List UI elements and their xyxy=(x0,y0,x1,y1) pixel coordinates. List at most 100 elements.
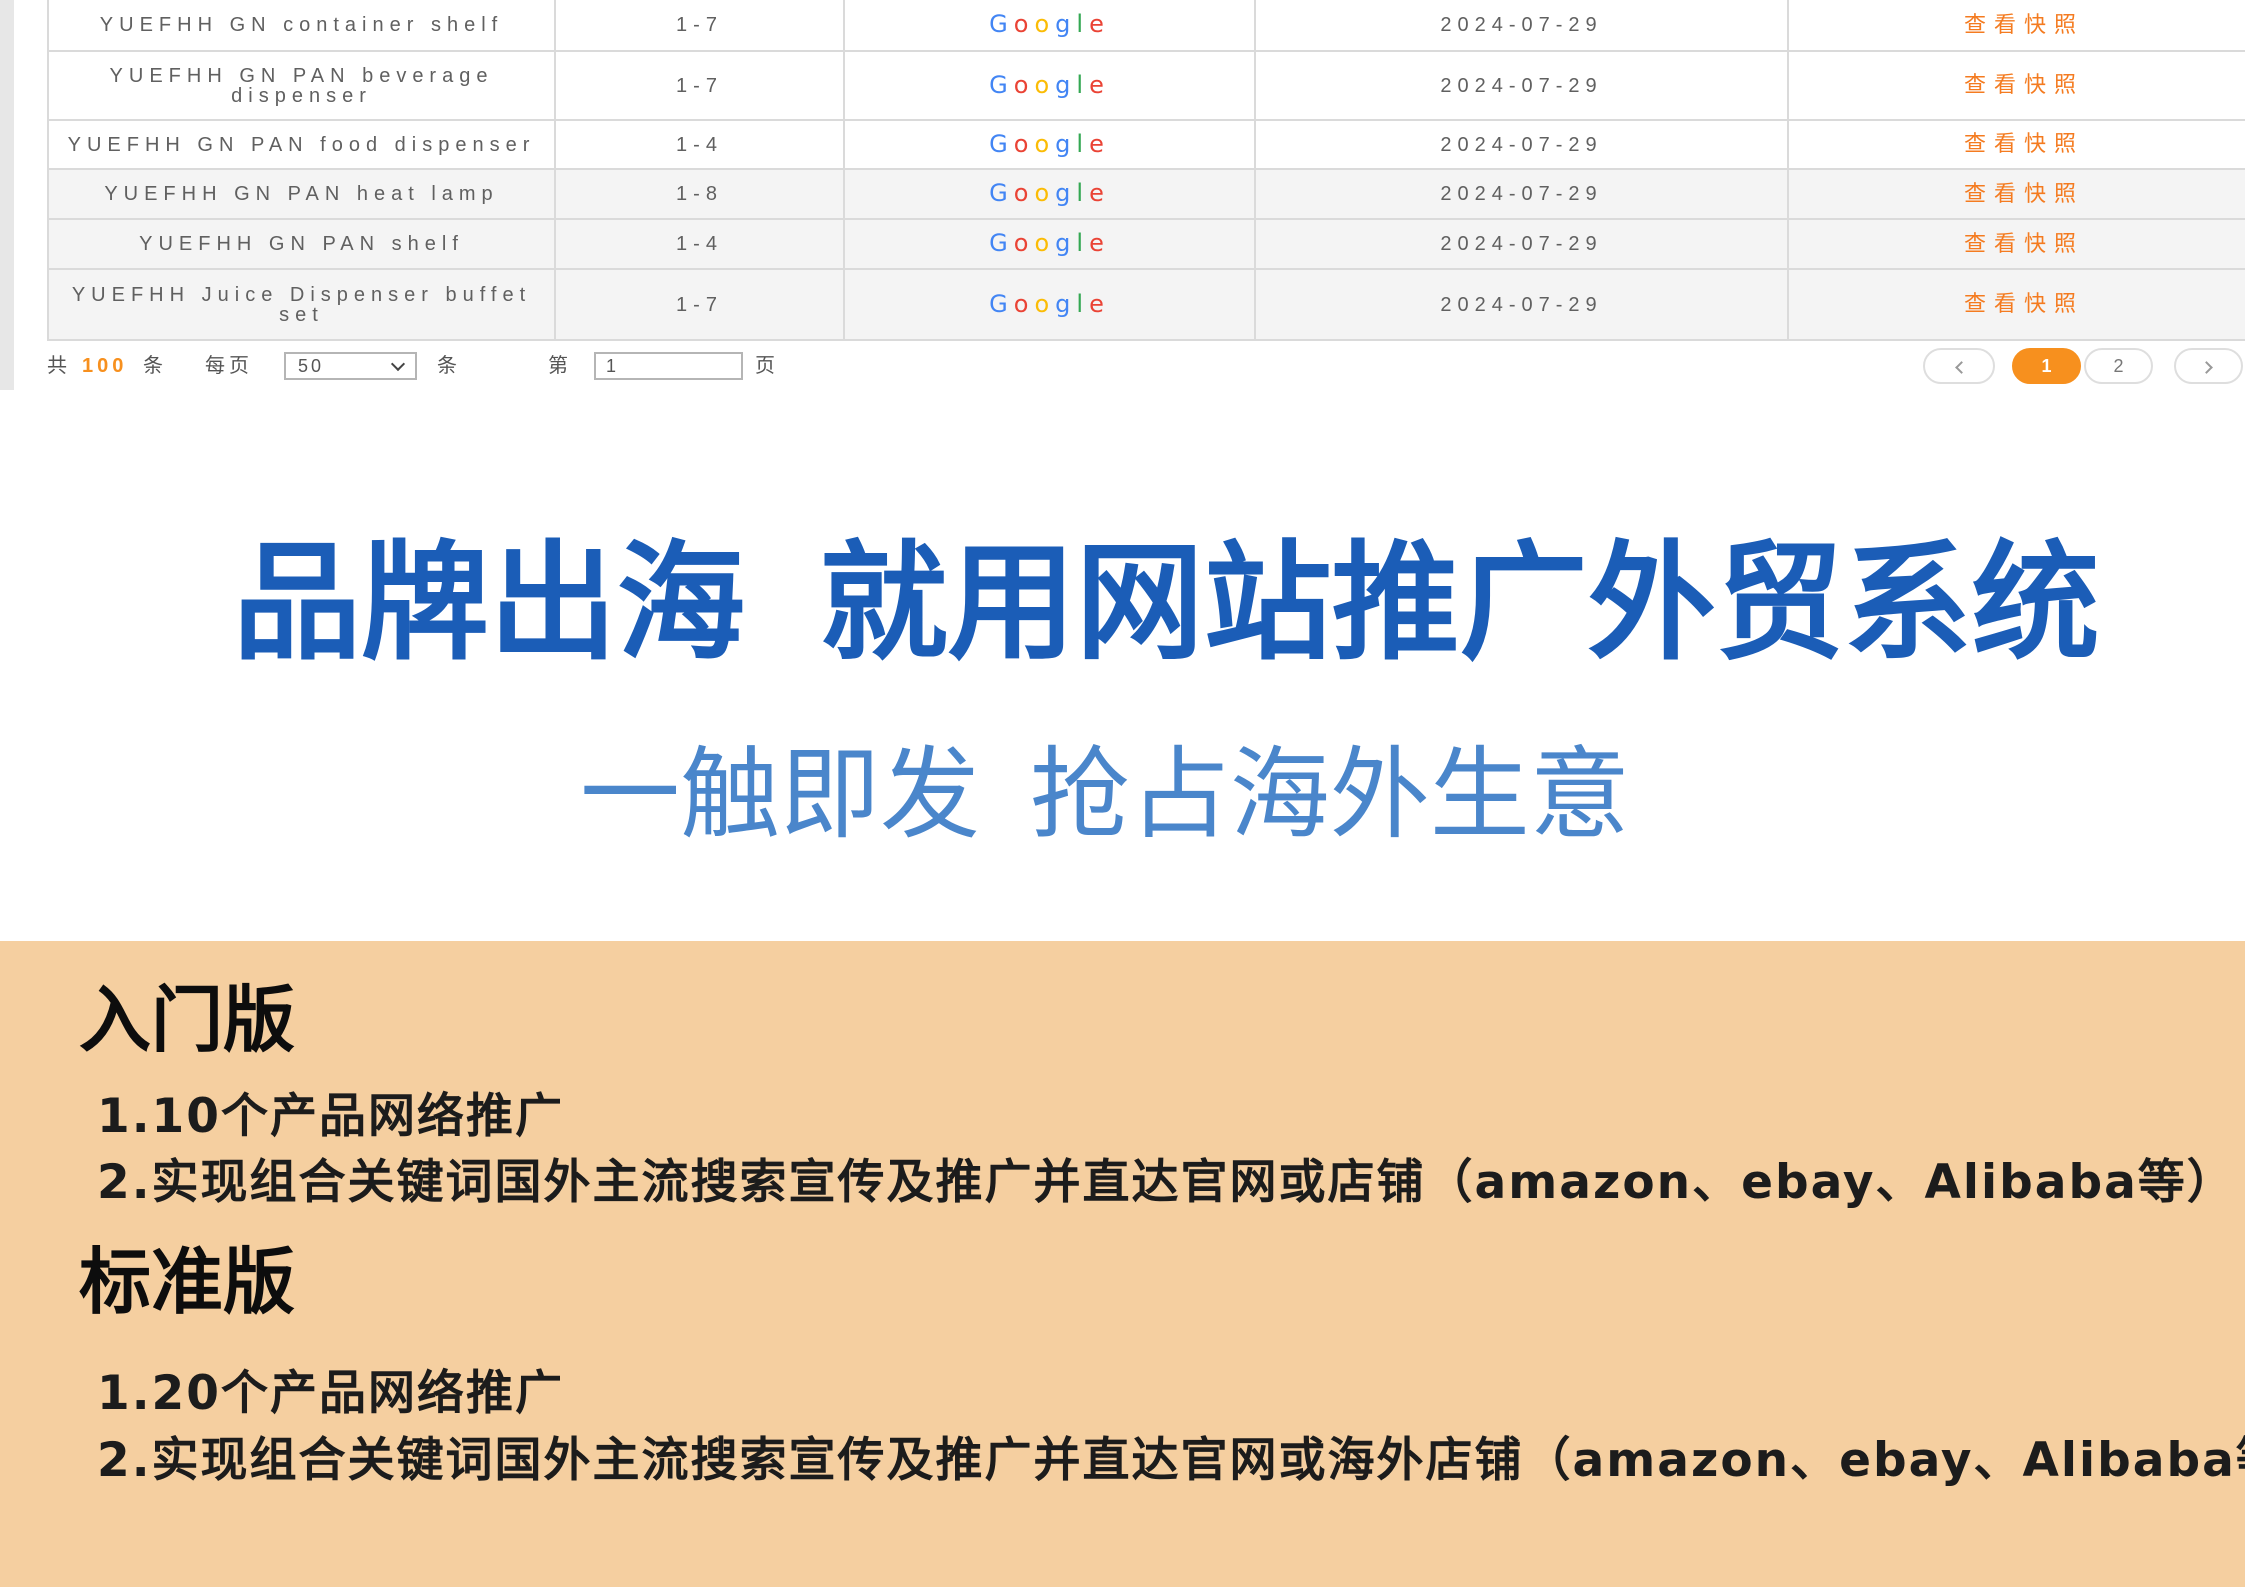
plan-feature: 1.20个产品网络推广 xyxy=(97,1366,564,1421)
google-logo: Google xyxy=(989,10,1110,38)
plan-title-basic: 入门版 xyxy=(79,978,296,1062)
logo-letter: o xyxy=(1013,289,1035,318)
banner-headline: 品牌出海 就用网站推广外贸系统 xyxy=(233,529,2100,678)
logo-letter: o xyxy=(1034,10,1056,38)
date-cell: 2024-07-29 xyxy=(1254,0,1789,52)
total-suffix: 条 xyxy=(143,355,167,377)
logo-letter: g xyxy=(1055,229,1077,257)
view-snapshot-link[interactable]: 查看快照 xyxy=(1964,231,2084,256)
logo-letter: o xyxy=(1034,229,1056,257)
rank-cell: 1-4 xyxy=(554,119,845,170)
plan-title-standard: 标准版 xyxy=(79,1240,296,1324)
action-cell: 查看快照 xyxy=(1787,0,2245,52)
ranking-table: YUEFHH GN container shelf 1-7 Google 202… xyxy=(47,0,2245,342)
table-row: YUEFHH GN PAN food dispenser 1-4 Google … xyxy=(47,119,2245,170)
view-snapshot-link[interactable]: 查看快照 xyxy=(1964,131,2084,156)
rank-cell: 1-7 xyxy=(554,50,845,121)
logo-letter: o xyxy=(1013,70,1035,99)
logo-letter: l xyxy=(1076,179,1090,207)
chevron-left-icon xyxy=(1954,361,1968,374)
per-page-label: 每页 xyxy=(205,355,253,377)
action-cell: 查看快照 xyxy=(1787,218,2245,270)
logo-letter: g xyxy=(1055,10,1077,38)
view-snapshot-link[interactable]: 查看快照 xyxy=(1964,72,2084,97)
logo-letter: o xyxy=(1034,289,1056,318)
page-button-1[interactable]: 1 xyxy=(2012,348,2081,384)
logo-letter: g xyxy=(1055,289,1077,318)
logo-letter: G xyxy=(989,70,1014,99)
page-prefix: 第 xyxy=(548,355,572,377)
google-logo: Google xyxy=(989,130,1110,158)
page-button-2[interactable]: 2 xyxy=(2084,348,2153,384)
logo-letter: e xyxy=(1089,70,1110,99)
page-suffix: 页 xyxy=(755,355,779,377)
rank-cell: 1-4 xyxy=(554,218,845,270)
engine-cell: Google xyxy=(843,119,1256,170)
prev-page-button[interactable] xyxy=(1923,348,1995,384)
engine-cell: Google xyxy=(843,268,1256,341)
action-cell: 查看快照 xyxy=(1787,268,2245,341)
logo-letter: o xyxy=(1013,10,1035,38)
date-cell: 2024-07-29 xyxy=(1254,50,1789,121)
table-row: YUEFHH GN PAN heat lamp 1-8 Google 2024-… xyxy=(47,168,2245,220)
keyword-cell: YUEFHH GN PAN food dispenser xyxy=(47,119,556,170)
date-cell: 2024-07-29 xyxy=(1254,218,1789,270)
left-gutter xyxy=(0,0,14,390)
logo-letter: o xyxy=(1034,70,1056,99)
per-page-suffix: 条 xyxy=(437,355,461,377)
keyword-cell: YUEFHH GN container shelf xyxy=(47,0,556,52)
logo-letter: e xyxy=(1089,289,1110,318)
google-logo: Google xyxy=(989,229,1110,257)
logo-letter: g xyxy=(1055,179,1077,207)
total-prefix: 共 xyxy=(47,355,71,377)
view-snapshot-link[interactable]: 查看快照 xyxy=(1964,12,2084,37)
logo-letter: g xyxy=(1055,129,1077,158)
per-page-select[interactable]: 50 xyxy=(284,352,417,380)
logo-letter: e xyxy=(1089,10,1110,38)
rank-cell: 1-8 xyxy=(554,168,845,220)
table-row: YUEFHH GN PAN shelf 1-4 Google 2024-07-2… xyxy=(47,218,2245,270)
logo-letter: o xyxy=(1034,179,1056,207)
view-snapshot-link[interactable]: 查看快照 xyxy=(1964,291,2084,316)
page-number-input[interactable] xyxy=(594,352,743,380)
logo-letter: l xyxy=(1076,229,1090,257)
logo-letter: e xyxy=(1089,229,1110,257)
logo-letter: l xyxy=(1076,289,1090,318)
table-row: YUEFHH Juice Dispenser buffet set 1-7 Go… xyxy=(47,268,2245,341)
plan-feature: 1.10个产品网络推广 xyxy=(97,1089,564,1144)
engine-cell: Google xyxy=(843,50,1256,121)
chevron-down-icon xyxy=(390,356,406,372)
next-page-button[interactable] xyxy=(2174,348,2243,384)
keyword-cell: YUEFHH GN PAN heat lamp xyxy=(47,168,556,220)
logo-letter: o xyxy=(1013,179,1035,207)
banner-subtitle: 一触即发 抢占海外生意 xyxy=(580,736,1630,853)
logo-letter: G xyxy=(989,229,1014,257)
logo-letter: e xyxy=(1089,129,1110,158)
per-page-value: 50 xyxy=(298,356,325,376)
logo-letter: o xyxy=(1034,129,1056,158)
action-cell: 查看快照 xyxy=(1787,119,2245,170)
engine-cell: Google xyxy=(843,168,1256,220)
engine-cell: Google xyxy=(843,218,1256,270)
plan-feature: 2.实现组合关键词国外主流搜索宣传及推广并直达官网或店铺（amazon、ebay… xyxy=(97,1155,2236,1210)
logo-letter: g xyxy=(1055,70,1077,99)
chevron-right-icon xyxy=(2200,361,2213,374)
logo-letter: e xyxy=(1089,179,1110,207)
table-row: YUEFHH GN PAN beverage dispenser 1-7 Goo… xyxy=(47,50,2245,121)
rank-cell: 1-7 xyxy=(554,268,845,341)
date-cell: 2024-07-29 xyxy=(1254,119,1789,170)
total-count: 100 xyxy=(82,355,128,377)
engine-cell: Google xyxy=(843,0,1256,52)
google-logo: Google xyxy=(989,179,1110,207)
action-cell: 查看快照 xyxy=(1787,168,2245,220)
plan-feature: 2.实现组合关键词国外主流搜索宣传及推广并直达官网或海外店铺（amazon、eb… xyxy=(97,1433,2245,1488)
keyword-cell: YUEFHH GN PAN shelf xyxy=(47,218,556,270)
google-logo: Google xyxy=(989,71,1110,99)
ranking-table-grid: YUEFHH GN container shelf 1-7 Google 202… xyxy=(47,0,2245,341)
view-snapshot-link[interactable]: 查看快照 xyxy=(1964,181,2084,206)
keyword-cell: YUEFHH Juice Dispenser buffet set xyxy=(47,268,556,341)
logo-letter: o xyxy=(1013,129,1035,158)
logo-letter: G xyxy=(989,179,1014,207)
google-logo: Google xyxy=(989,290,1110,318)
keyword-cell: YUEFHH GN PAN beverage dispenser xyxy=(47,50,556,121)
